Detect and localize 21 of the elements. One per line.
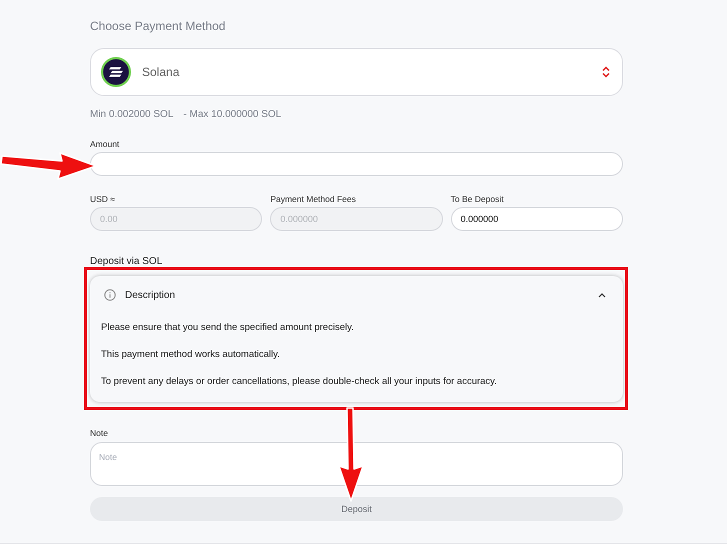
field-label: Note xyxy=(90,428,109,439)
max-limit: - Max 10.000000 SOL xyxy=(183,109,282,122)
info-icon xyxy=(104,289,116,301)
description-toggle[interactable]: Description xyxy=(90,276,623,314)
sort-caret-icon xyxy=(602,66,610,78)
field-label: Amount xyxy=(90,139,120,150)
field-label: Payment Method Fees xyxy=(270,194,357,205)
section-label: Deposit via SOL xyxy=(90,256,164,269)
payment-method-select[interactable]: Solana xyxy=(90,48,623,96)
amount-field[interactable] xyxy=(90,152,623,176)
description-text: This payment method works automatically. xyxy=(101,349,281,361)
amount-field[interactable]: 0.000000 xyxy=(450,207,623,231)
min-limit: Min 0.002000 SOL xyxy=(90,109,174,122)
field-label: USD ≈ xyxy=(90,194,116,205)
field-label: To Be Deposit xyxy=(450,194,505,205)
note-field[interactable]: Note xyxy=(90,442,623,486)
description-text: Please ensure that you send the specified amount precisely. xyxy=(101,322,355,334)
chevron-icon xyxy=(597,292,607,298)
section-label: Choose Payment Method xyxy=(90,19,226,35)
description-text: To prevent any delays or order cancellations, please double-check all your inputs for accuracy. xyxy=(101,376,498,388)
coin-logo-icon xyxy=(101,57,131,87)
